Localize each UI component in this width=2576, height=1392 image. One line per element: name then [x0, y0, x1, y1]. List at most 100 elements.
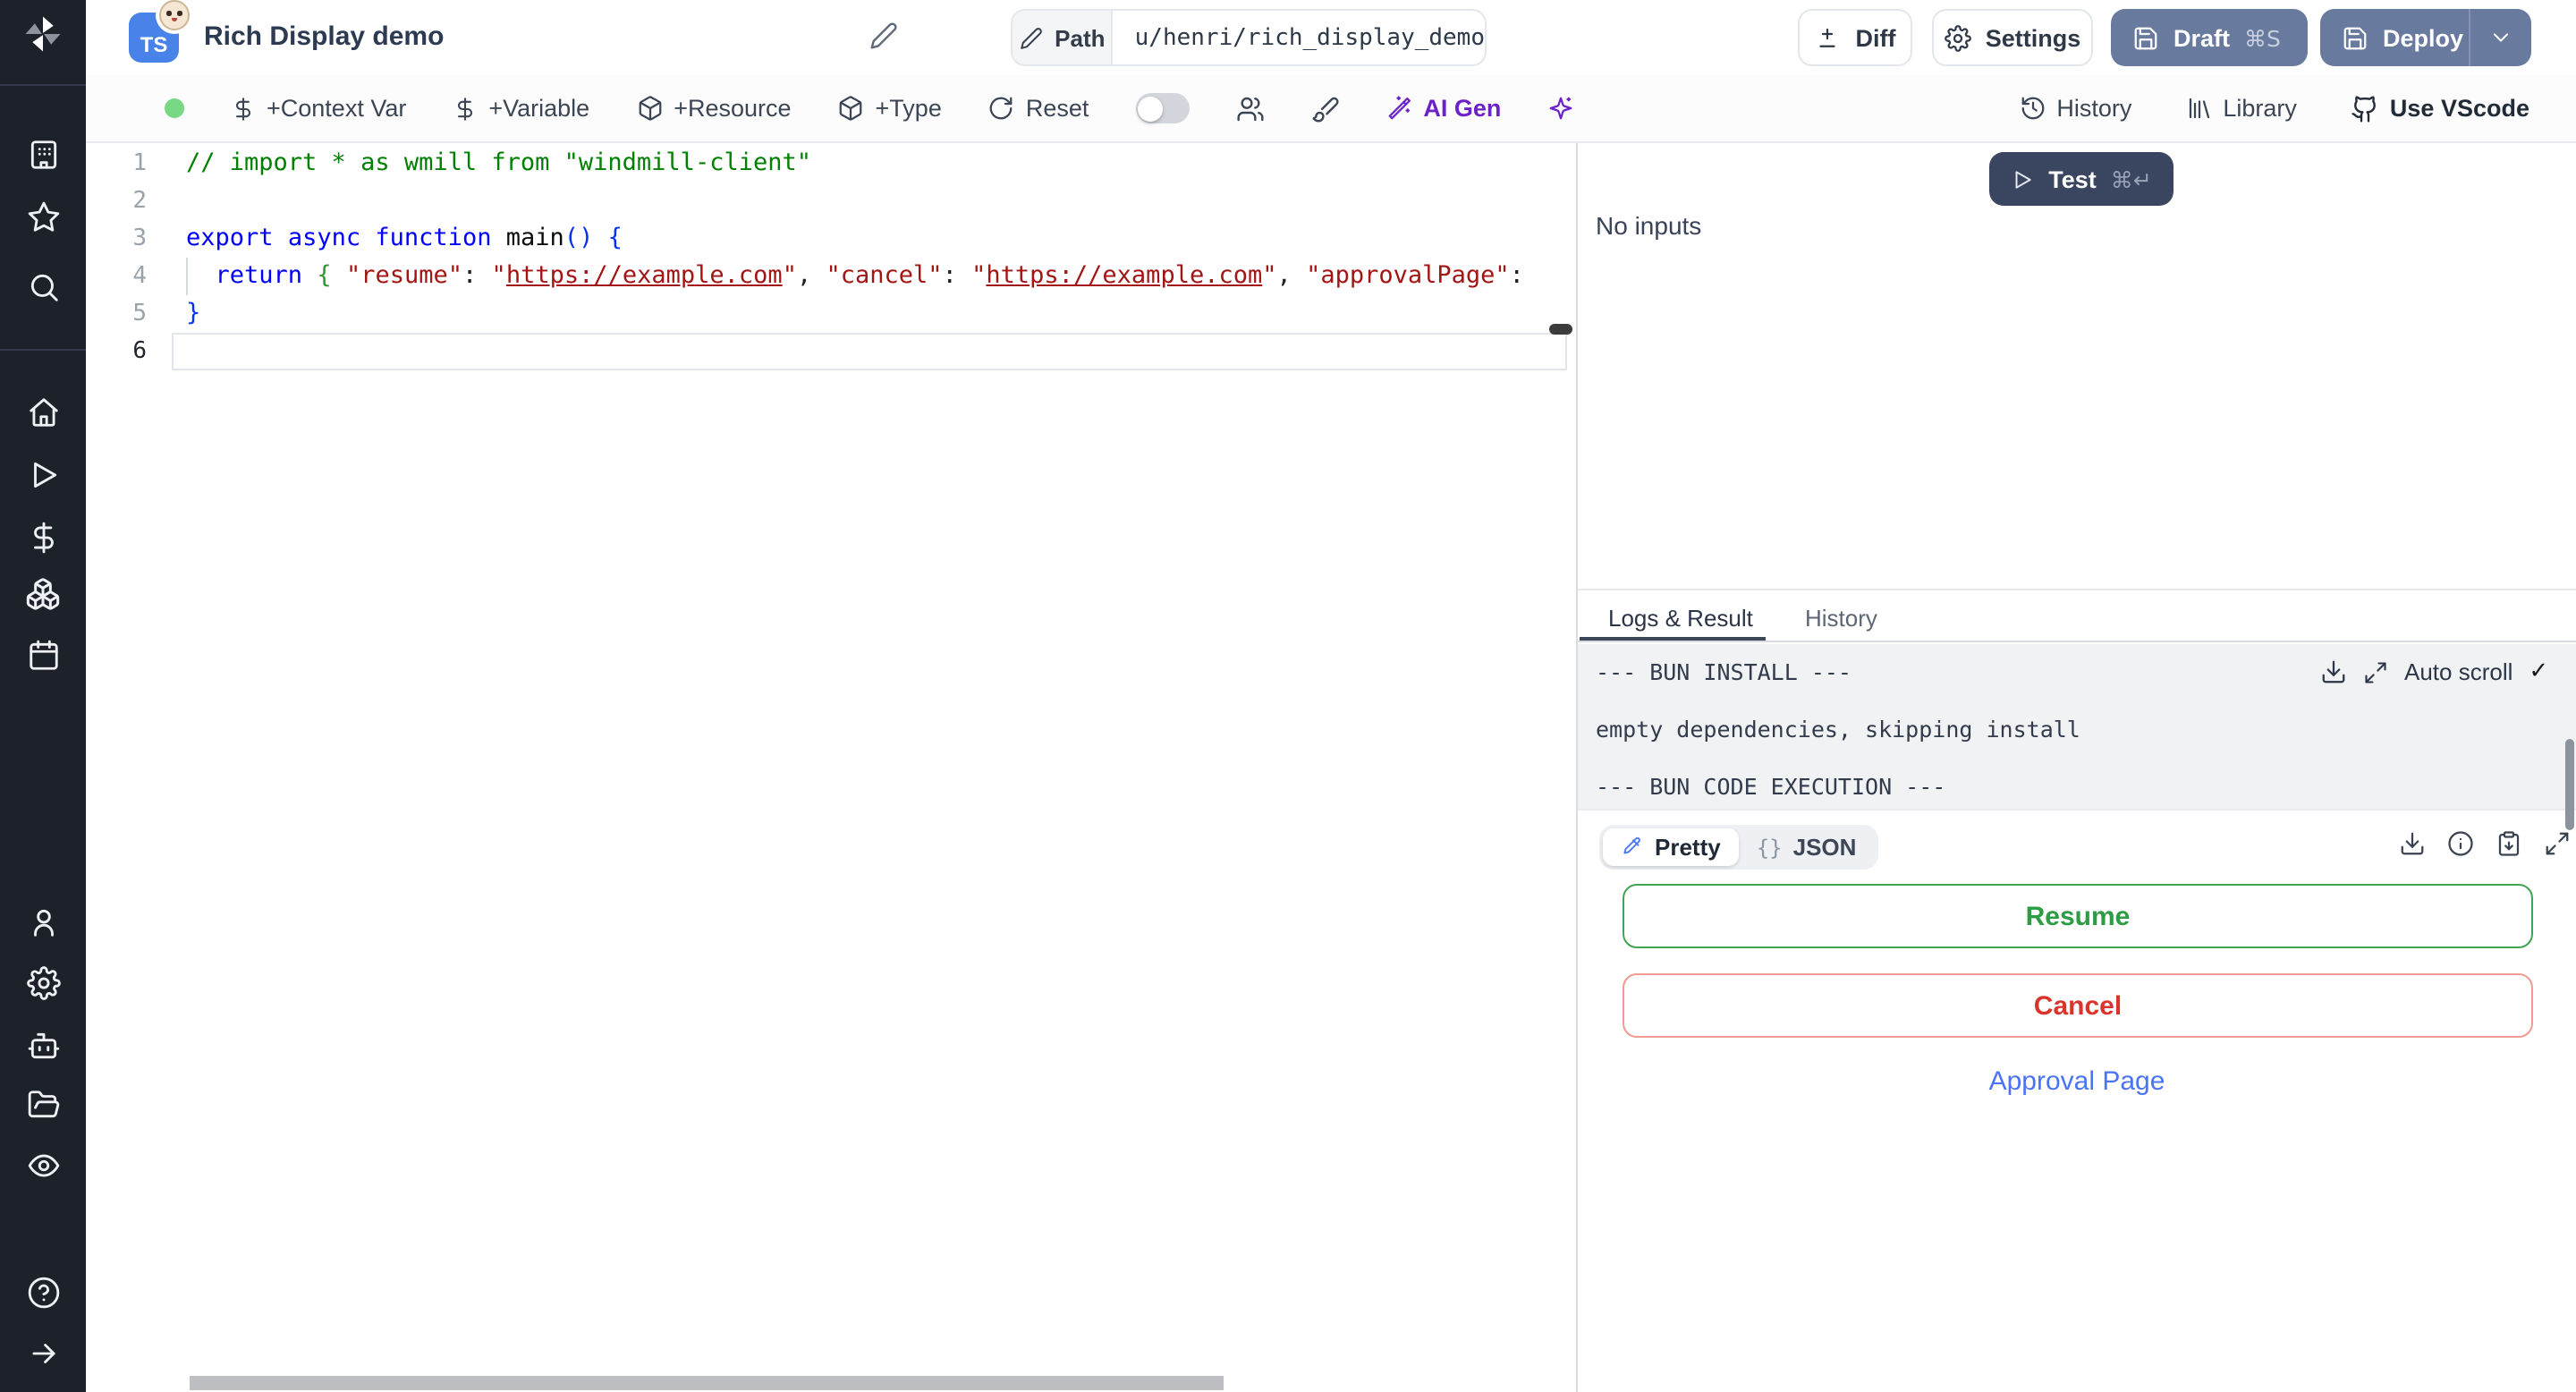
lsp-status-dot	[165, 98, 184, 118]
reset-button[interactable]: Reset	[988, 95, 1089, 122]
code-line[interactable]	[172, 182, 1567, 220]
json-tab[interactable]: {} JSON	[1739, 828, 1875, 866]
page-scrollbar-thumb[interactable]	[2565, 739, 2574, 830]
deploy-main[interactable]: Deploy	[2320, 24, 2469, 51]
braces-icon: {}	[1756, 835, 1783, 860]
code-line[interactable]: return { "resume": "https://example.com"…	[172, 258, 1567, 295]
test-button[interactable]: Test ⌘↵	[1989, 152, 2174, 206]
code-line[interactable]	[172, 333, 1567, 370]
tab-logs-result[interactable]: Logs & Result	[1608, 605, 1753, 632]
code-token: "resume"	[345, 261, 462, 290]
horizontal-scrollbar[interactable]	[190, 1376, 1224, 1390]
code-token: }	[186, 299, 201, 327]
copy-result-button[interactable]	[2496, 830, 2522, 857]
use-vscode-button[interactable]: Use VScode	[2351, 94, 2529, 123]
sidebar-item-runs[interactable]	[21, 453, 64, 496]
tab-history[interactable]: History	[1805, 605, 1877, 632]
log-line: empty dependencies, skipping install	[1596, 716, 2080, 743]
add-type-button[interactable]: +Type	[838, 95, 942, 122]
sidebar-item-home[interactable]	[21, 390, 64, 433]
download-logs-button[interactable]	[2320, 658, 2347, 685]
add-context-var-button[interactable]: +Context Var	[231, 95, 406, 122]
windmill-logo[interactable]	[20, 11, 66, 57]
sidebar-item-resources[interactable]	[21, 573, 64, 615]
draft-button[interactable]: Draft ⌘S	[2111, 9, 2308, 66]
code-line[interactable]: export async function main() {	[172, 220, 1567, 258]
code-token: https://example.com	[986, 261, 1263, 290]
resource-label: +Resource	[674, 95, 792, 122]
add-resource-button[interactable]: +Resource	[636, 95, 792, 122]
draft-label: Draft	[2174, 24, 2231, 51]
expand-result-button[interactable]	[2544, 830, 2571, 857]
ai-gen-button[interactable]: AI Gen	[1385, 95, 1501, 122]
deploy-button[interactable]: Deploy	[2320, 9, 2531, 66]
panel-splitter[interactable]	[1578, 589, 2576, 590]
history-icon	[2021, 97, 2044, 120]
path-field[interactable]: Path u/henri/rich_display_demo	[1011, 9, 1487, 66]
diff-button[interactable]: Diff	[1798, 9, 1912, 66]
result-info-button[interactable]	[2447, 830, 2474, 857]
ai-sparkles-button[interactable]	[1547, 95, 1574, 122]
resume-button[interactable]: Resume	[1623, 884, 2533, 948]
pencil-icon	[1020, 27, 1041, 48]
expand-logs-button[interactable]	[2363, 659, 2388, 684]
sidebar-item-favorites[interactable]	[21, 195, 64, 238]
sidebar-item-schedules[interactable]	[21, 633, 64, 676]
home-icon	[29, 397, 57, 426]
add-variable-button[interactable]: +Variable	[453, 95, 589, 122]
settings-button[interactable]: Settings	[1932, 9, 2093, 66]
code-token: ,	[1276, 261, 1307, 290]
boxes-icon	[26, 578, 60, 610]
library-button[interactable]: Library	[2185, 95, 2297, 122]
edit-summary-button[interactable]	[869, 21, 898, 50]
line-number: 6	[132, 338, 147, 365]
download-result-button[interactable]	[2399, 830, 2426, 857]
format-button[interactable]	[1310, 94, 1339, 123]
sidebar-item-variables[interactable]	[21, 515, 64, 558]
user-icon	[33, 908, 53, 936]
magic-wand-icon	[1388, 96, 1411, 120]
workspace-icon	[30, 140, 56, 168]
sidebar-item-workspace[interactable]	[21, 132, 64, 175]
sidebar-item-settings[interactable]	[21, 961, 64, 1004]
result-actions	[2399, 830, 2571, 857]
approval-page-link[interactable]: Approval Page	[1578, 1066, 2576, 1097]
folder-open-icon	[27, 1090, 59, 1117]
dollar-icon	[458, 97, 473, 120]
code-token: https://example.com	[505, 261, 783, 290]
sidebar-divider	[0, 349, 86, 351]
history-button[interactable]: History	[2019, 95, 2131, 122]
sidebar-item-user[interactable]	[21, 900, 64, 943]
code-line[interactable]: }	[172, 295, 1567, 333]
diff-mode-toggle[interactable]	[1135, 93, 1190, 123]
cancel-button[interactable]: Cancel	[1623, 973, 2533, 1038]
code-lines[interactable]: // import * as wmill from "windmill-clie…	[172, 145, 1567, 370]
sidebar-item-workers[interactable]	[21, 1023, 64, 1066]
overview-ruler-mark	[1549, 324, 1572, 335]
auto-scroll-label[interactable]: Auto scroll	[2404, 658, 2512, 685]
sidebar-item-help[interactable]	[21, 1270, 64, 1313]
pretty-tab[interactable]: Pretty	[1603, 828, 1739, 866]
users-icon	[1236, 96, 1263, 121]
code-line[interactable]: // import * as wmill from "windmill-clie…	[172, 145, 1567, 182]
sidebar-expand[interactable]	[21, 1331, 64, 1374]
arrow-right-icon	[31, 1343, 55, 1362]
code-token: export	[186, 224, 274, 252]
robot-icon	[27, 1031, 59, 1058]
pen-icon	[1623, 837, 1640, 854]
dollar-icon	[33, 521, 53, 553]
toolbar-right: History Library Use VScode	[2019, 75, 2529, 141]
sidebar-item-search[interactable]	[21, 265, 64, 308]
play-icon	[33, 461, 56, 488]
gear-icon	[1944, 24, 1971, 51]
path-value[interactable]: u/henri/rich_display_demo	[1114, 11, 1485, 64]
deploy-dropdown[interactable]	[2470, 25, 2531, 50]
auto-scroll-checkmark[interactable]: ✓	[2529, 658, 2548, 685]
sidebar-item-audit[interactable]	[21, 1143, 64, 1186]
code-token: :	[942, 261, 972, 290]
sidebar-item-folders[interactable]	[21, 1082, 64, 1125]
multiplayer-button[interactable]	[1235, 94, 1264, 123]
star-icon	[27, 200, 59, 231]
sidebar	[0, 0, 86, 1392]
